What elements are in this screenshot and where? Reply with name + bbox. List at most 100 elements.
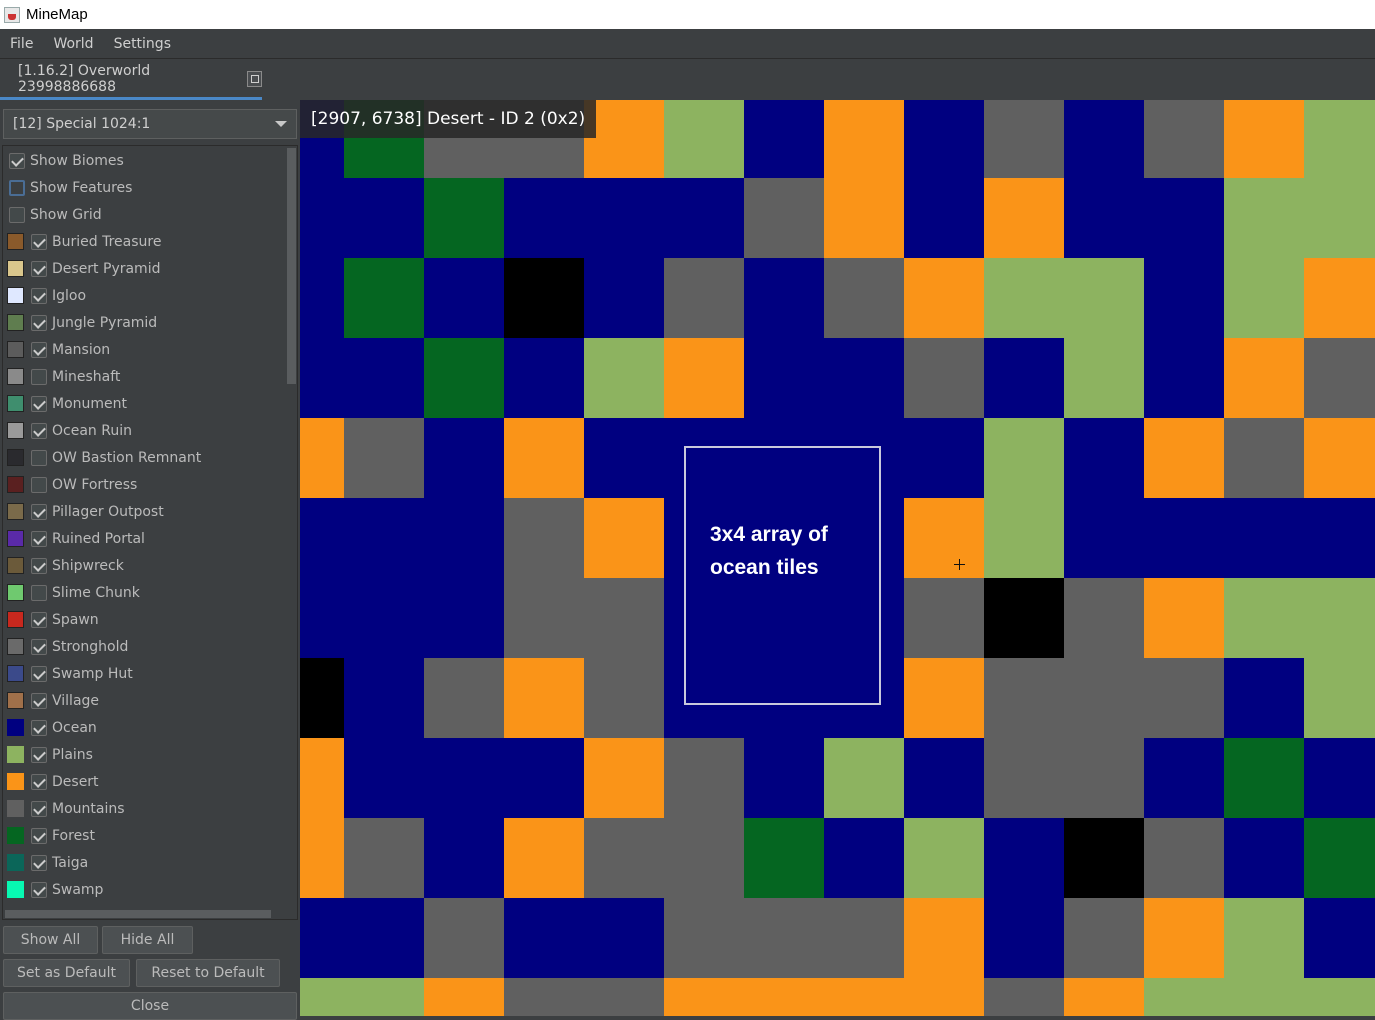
menu-settings[interactable]: Settings bbox=[104, 36, 181, 52]
checkbox[interactable] bbox=[31, 530, 47, 547]
layer-label: OW Bastion Remnant bbox=[52, 449, 202, 466]
checkbox[interactable] bbox=[31, 395, 47, 412]
feature-igloo[interactable]: Igloo bbox=[3, 282, 86, 309]
feature-jungle-pyramid[interactable]: Jungle Pyramid bbox=[3, 309, 157, 336]
checkbox[interactable] bbox=[31, 773, 47, 790]
feature-ow-fortress[interactable]: OW Fortress bbox=[3, 471, 137, 498]
hide-all-button[interactable]: Hide All bbox=[102, 926, 193, 954]
biome-tile bbox=[664, 898, 744, 978]
toggle-show-grid[interactable]: Show Grid bbox=[3, 201, 102, 228]
checkbox[interactable] bbox=[31, 503, 47, 520]
checkbox[interactable] bbox=[31, 557, 47, 574]
checkbox[interactable] bbox=[31, 233, 47, 250]
feature-ow-bastion-remnant[interactable]: OW Bastion Remnant bbox=[3, 444, 201, 471]
reset-default-button[interactable]: Reset to Default bbox=[136, 959, 280, 987]
layer-label: Slime Chunk bbox=[52, 584, 140, 601]
checkbox[interactable] bbox=[31, 314, 47, 331]
set-default-button[interactable]: Set as Default bbox=[3, 959, 130, 987]
menu-file[interactable]: File bbox=[0, 36, 43, 52]
checkbox[interactable] bbox=[31, 287, 47, 304]
checkbox[interactable] bbox=[31, 584, 47, 601]
layer-label: Ruined Portal bbox=[52, 530, 145, 547]
tab-screenshot-icon[interactable] bbox=[246, 70, 262, 87]
biome-desert[interactable]: Desert bbox=[3, 768, 99, 795]
feature-spawn[interactable]: Spawn bbox=[3, 606, 99, 633]
checkbox[interactable] bbox=[31, 611, 47, 628]
biome-taiga[interactable]: Taiga bbox=[3, 849, 88, 876]
biome-tile bbox=[1304, 178, 1375, 258]
show-all-button[interactable]: Show All bbox=[3, 926, 98, 954]
feature-ocean-ruin[interactable]: Ocean Ruin bbox=[3, 417, 132, 444]
feature-stronghold[interactable]: Stronghold bbox=[3, 633, 128, 660]
bastion-remnant-icon bbox=[7, 449, 24, 466]
checkbox[interactable] bbox=[31, 827, 47, 844]
checkbox[interactable] bbox=[31, 665, 47, 682]
scrollbar-thumb[interactable] bbox=[5, 910, 271, 918]
feature-ruined-portal[interactable]: Ruined Portal bbox=[3, 525, 145, 552]
biome-forest[interactable]: Forest bbox=[3, 822, 95, 849]
biome-tile bbox=[1064, 258, 1144, 338]
biome-tile bbox=[584, 738, 664, 818]
menu-world[interactable]: World bbox=[43, 36, 103, 52]
biome-tile bbox=[424, 978, 504, 1016]
checkbox[interactable] bbox=[31, 746, 47, 763]
vertical-scrollbar[interactable] bbox=[285, 146, 297, 908]
biome-tile bbox=[1224, 178, 1304, 258]
checkbox[interactable] bbox=[31, 476, 47, 493]
scrollbar-thumb[interactable] bbox=[287, 148, 296, 384]
biome-tile bbox=[504, 498, 584, 578]
biome-tile bbox=[584, 578, 664, 658]
biome-tile bbox=[984, 258, 1064, 338]
chevron-down-icon bbox=[275, 121, 287, 127]
tab-overworld[interactable]: [1.16.2] Overworld 23998886688 bbox=[0, 59, 262, 98]
biome-tile bbox=[584, 658, 664, 738]
feature-buried-treasure[interactable]: Buried Treasure bbox=[3, 228, 161, 255]
biome-tile bbox=[504, 978, 584, 1016]
feature-mineshaft[interactable]: Mineshaft bbox=[3, 363, 120, 390]
checkbox[interactable] bbox=[31, 881, 47, 898]
feature-swamp-hut[interactable]: Swamp Hut bbox=[3, 660, 133, 687]
biome-tile bbox=[344, 818, 424, 898]
zoom-select[interactable]: [12] Special 1024:1 bbox=[3, 109, 297, 139]
biome-swatch-icon bbox=[7, 827, 24, 844]
biome-plains[interactable]: Plains bbox=[3, 741, 93, 768]
biome-tile bbox=[984, 978, 1064, 1016]
biome-tile bbox=[504, 578, 584, 658]
monument-icon bbox=[7, 395, 24, 412]
checkbox[interactable] bbox=[31, 692, 47, 709]
horizontal-scrollbar[interactable] bbox=[3, 908, 286, 919]
checkbox[interactable] bbox=[31, 368, 47, 385]
feature-monument[interactable]: Monument bbox=[3, 390, 127, 417]
biome-mountains[interactable]: Mountains bbox=[3, 795, 125, 822]
toggle-show-features[interactable]: Show Features bbox=[3, 174, 132, 201]
feature-village[interactable]: Village bbox=[3, 687, 99, 714]
biome-tile bbox=[1224, 738, 1304, 818]
biome-tile bbox=[1304, 258, 1375, 338]
biome-tile bbox=[1064, 898, 1144, 978]
biome-tile bbox=[904, 258, 984, 338]
checkbox[interactable] bbox=[9, 179, 25, 196]
feature-desert-pyramid[interactable]: Desert Pyramid bbox=[3, 255, 160, 282]
toggle-show-biomes[interactable]: Show Biomes bbox=[3, 147, 124, 174]
checkbox[interactable] bbox=[9, 206, 25, 223]
feature-slime-chunk[interactable]: Slime Chunk bbox=[3, 579, 140, 606]
biome-tile bbox=[584, 978, 664, 1016]
checkbox[interactable] bbox=[31, 719, 47, 736]
feature-pillager-outpost[interactable]: Pillager Outpost bbox=[3, 498, 164, 525]
checkbox[interactable] bbox=[31, 260, 47, 277]
checkbox[interactable] bbox=[31, 800, 47, 817]
biome-tile bbox=[664, 338, 744, 418]
checkbox[interactable] bbox=[31, 341, 47, 358]
checkbox[interactable] bbox=[31, 638, 47, 655]
checkbox[interactable] bbox=[31, 449, 47, 466]
checkbox[interactable] bbox=[31, 422, 47, 439]
feature-shipwreck[interactable]: Shipwreck bbox=[3, 552, 124, 579]
checkbox[interactable] bbox=[9, 152, 25, 169]
biome-ocean[interactable]: Ocean bbox=[3, 714, 97, 741]
feature-mansion[interactable]: Mansion bbox=[3, 336, 110, 363]
menu-bar: File World Settings bbox=[0, 29, 1375, 58]
layer-label: Swamp Hut bbox=[52, 665, 133, 682]
biome-tile bbox=[584, 818, 664, 898]
biome-swamp[interactable]: Swamp bbox=[3, 876, 103, 903]
checkbox[interactable] bbox=[31, 854, 47, 871]
